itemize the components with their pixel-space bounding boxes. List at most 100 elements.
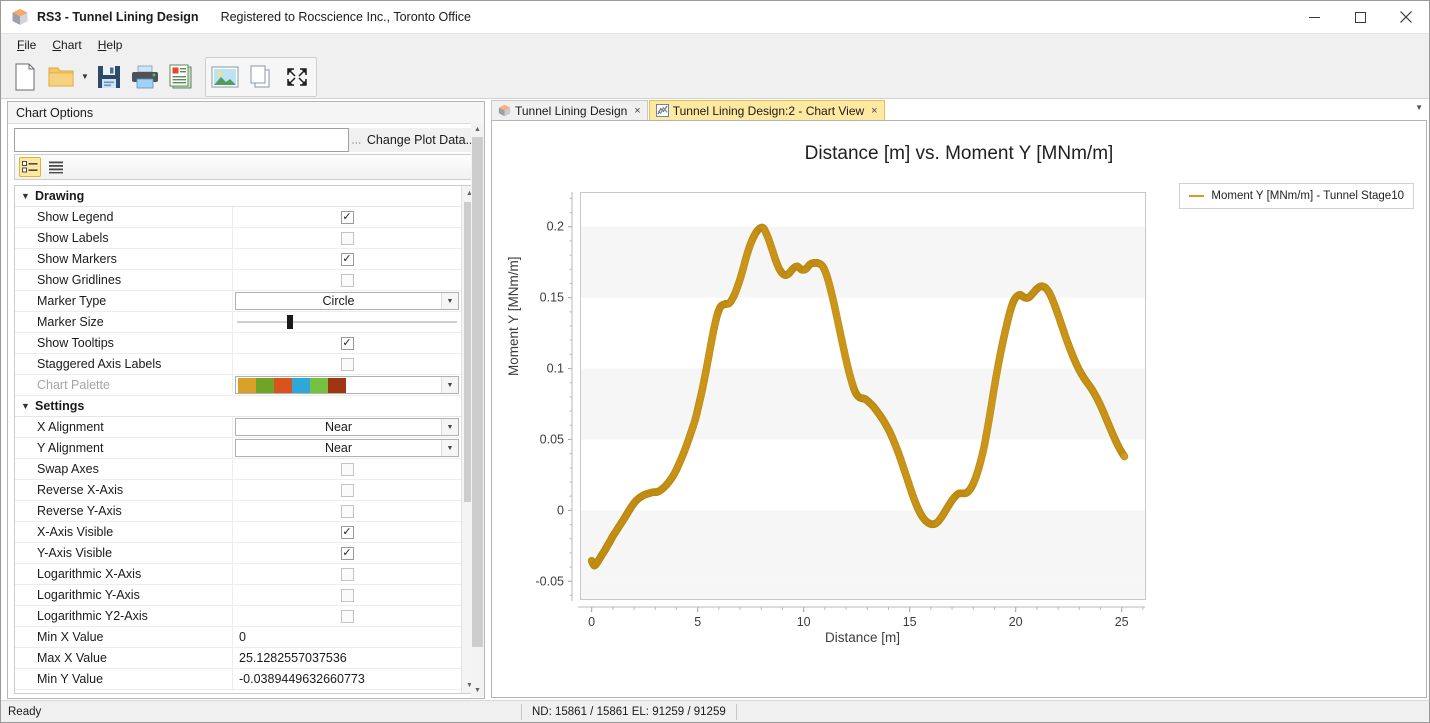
- checkbox-logarithmic-y2-axis[interactable]: [340, 609, 354, 623]
- property-row-staggered-axis-labels[interactable]: Staggered Axis Labels: [15, 354, 461, 375]
- property-row-max-x-value[interactable]: Max X Value 25.1282557037536: [15, 648, 461, 669]
- property-value[interactable]: [233, 312, 461, 332]
- property-value[interactable]: [233, 228, 461, 248]
- menu-help[interactable]: Help: [90, 36, 131, 54]
- chevron-down-icon[interactable]: ▼: [441, 377, 458, 393]
- property-row-reverse-x-axis[interactable]: Reverse X-Axis: [15, 480, 461, 501]
- property-value[interactable]: Near ▼: [233, 438, 461, 458]
- maximize-icon[interactable]: [1337, 1, 1383, 33]
- chevron-down-icon[interactable]: ▼: [441, 440, 458, 456]
- property-value[interactable]: [233, 270, 461, 290]
- property-value[interactable]: Circle ▼: [233, 291, 461, 311]
- property-row-min-x-value[interactable]: Min X Value 0: [15, 627, 461, 648]
- property-value[interactable]: [233, 354, 461, 374]
- copy-icon[interactable]: [243, 58, 279, 96]
- tab-overflow-icon[interactable]: ▼: [1415, 103, 1423, 112]
- property-row-show-tooltips[interactable]: Show Tooltips ✓: [15, 333, 461, 354]
- new-document-icon[interactable]: [7, 58, 43, 96]
- checkbox-show-markers[interactable]: ✓: [340, 252, 354, 266]
- scroll-up-icon[interactable]: ▲: [471, 123, 484, 136]
- save-icon[interactable]: [91, 58, 127, 96]
- tab-close-icon[interactable]: ×: [634, 105, 640, 117]
- property-value[interactable]: ✓: [233, 522, 461, 542]
- property-row-marker-size[interactable]: Marker Size: [15, 312, 461, 333]
- checkbox-logarithmic-y-axis[interactable]: [340, 588, 354, 602]
- plot-data-ellipsis-button[interactable]: ⋯: [348, 128, 365, 152]
- property-value[interactable]: 25.1282557037536: [233, 648, 461, 668]
- chart-plot-area[interactable]: -0.05 0 0.05 0.1 0.15 0.2 0 5 10 15 20 25: [492, 121, 1428, 699]
- tab-close-icon[interactable]: ×: [871, 105, 877, 117]
- checkbox-x-axis-visible[interactable]: ✓: [340, 525, 354, 539]
- chevron-down-icon: ▼: [21, 401, 30, 411]
- property-row-y-alignment[interactable]: Y Alignment Near ▼: [15, 438, 461, 459]
- change-plot-data-button[interactable]: Change Plot Data...: [364, 128, 478, 152]
- open-folder-dropdown-icon[interactable]: ▼: [79, 58, 91, 96]
- open-folder-icon[interactable]: [43, 58, 79, 96]
- property-row-min-y-value[interactable]: Min Y Value -0.0389449632660773: [15, 669, 461, 690]
- checkbox-reverse-x-axis[interactable]: [340, 483, 354, 497]
- slider-marker-size[interactable]: [237, 312, 457, 332]
- chevron-down-icon[interactable]: ▼: [441, 419, 458, 435]
- checkbox-staggered-axis-labels[interactable]: [340, 357, 354, 371]
- checkbox-show-tooltips[interactable]: ✓: [340, 336, 354, 350]
- combo-y-alignment[interactable]: Near ▼: [235, 439, 459, 457]
- tab-tunnel-lining-design[interactable]: Tunnel Lining Design ×: [491, 100, 648, 120]
- menu-chart[interactable]: Chart: [44, 36, 89, 54]
- checkbox-swap-axes[interactable]: [340, 462, 354, 476]
- property-row-show-gridlines[interactable]: Show Gridlines: [15, 270, 461, 291]
- property-group-drawing[interactable]: ▼ Drawing: [15, 186, 461, 207]
- checkbox-reverse-y-axis[interactable]: [340, 504, 354, 518]
- property-row-show-legend[interactable]: Show Legend ✓: [15, 207, 461, 228]
- property-value[interactable]: ✓: [233, 249, 461, 269]
- property-row-reverse-y-axis[interactable]: Reverse Y-Axis: [15, 501, 461, 522]
- property-value[interactable]: ✓: [233, 333, 461, 353]
- property-row-x-alignment[interactable]: X Alignment Near ▼: [15, 417, 461, 438]
- export-image-icon[interactable]: [207, 58, 243, 96]
- property-row-x-axis-visible[interactable]: X-Axis Visible ✓: [15, 522, 461, 543]
- property-value[interactable]: [233, 459, 461, 479]
- fit-to-window-icon[interactable]: [279, 58, 315, 96]
- alphabetical-view-icon[interactable]: [45, 157, 67, 177]
- property-value[interactable]: -0.0389449632660773: [233, 669, 461, 689]
- property-value[interactable]: [233, 480, 461, 500]
- property-value[interactable]: [233, 606, 461, 626]
- property-value[interactable]: Near ▼: [233, 417, 461, 437]
- property-row-y-axis-visible[interactable]: Y-Axis Visible ✓: [15, 543, 461, 564]
- property-row-logarithmic-y-axis[interactable]: Logarithmic Y-Axis: [15, 585, 461, 606]
- export-report-icon[interactable]: [163, 58, 199, 96]
- property-value[interactable]: 0: [233, 627, 461, 647]
- property-row-logarithmic-y2-axis[interactable]: Logarithmic Y2-Axis: [15, 606, 461, 627]
- property-row-show-markers[interactable]: Show Markers ✓: [15, 249, 461, 270]
- checkbox-show-gridlines[interactable]: [340, 273, 354, 287]
- combo-marker-type[interactable]: Circle ▼: [235, 292, 459, 310]
- scrollbar-thumb[interactable]: [472, 137, 483, 647]
- tab-tunnel-lining-design-2-chart-view[interactable]: Tunnel Lining Design:2 - Chart View ×: [648, 100, 885, 120]
- checkbox-logarithmic-x-axis[interactable]: [340, 567, 354, 581]
- property-row-logarithmic-x-axis[interactable]: Logarithmic X-Axis: [15, 564, 461, 585]
- combo-x-alignment[interactable]: Near ▼: [235, 418, 459, 436]
- property-value[interactable]: [233, 501, 461, 521]
- plot-data-input[interactable]: [14, 128, 349, 152]
- palette-picker[interactable]: ▼: [235, 376, 459, 394]
- categorized-view-icon[interactable]: [19, 157, 41, 177]
- panel-scrollbar[interactable]: ▲ ▼: [471, 123, 484, 697]
- minimize-icon[interactable]: [1291, 1, 1337, 33]
- property-value[interactable]: ✓: [233, 543, 461, 563]
- property-row-show-labels[interactable]: Show Labels: [15, 228, 461, 249]
- property-group-settings[interactable]: ▼ Settings: [15, 396, 461, 417]
- print-icon[interactable]: [127, 58, 163, 96]
- property-row-swap-axes[interactable]: Swap Axes: [15, 459, 461, 480]
- property-row-marker-type[interactable]: Marker Type Circle ▼: [15, 291, 461, 312]
- slider-thumb[interactable]: [287, 315, 293, 329]
- property-value[interactable]: [233, 564, 461, 584]
- checkbox-show-legend[interactable]: ✓: [340, 210, 354, 224]
- scroll-down-icon[interactable]: ▼: [471, 684, 484, 697]
- checkbox-y-axis-visible[interactable]: ✓: [340, 546, 354, 560]
- checkbox-show-labels[interactable]: [340, 231, 354, 245]
- property-value[interactable]: [233, 585, 461, 605]
- chevron-down-icon[interactable]: ▼: [441, 293, 458, 309]
- menu-file[interactable]: FFileile: [9, 36, 44, 54]
- property-value[interactable]: ✓: [233, 207, 461, 227]
- close-icon[interactable]: [1383, 1, 1429, 33]
- tab-label: Tunnel Lining Design:2 - Chart View: [672, 103, 865, 118]
